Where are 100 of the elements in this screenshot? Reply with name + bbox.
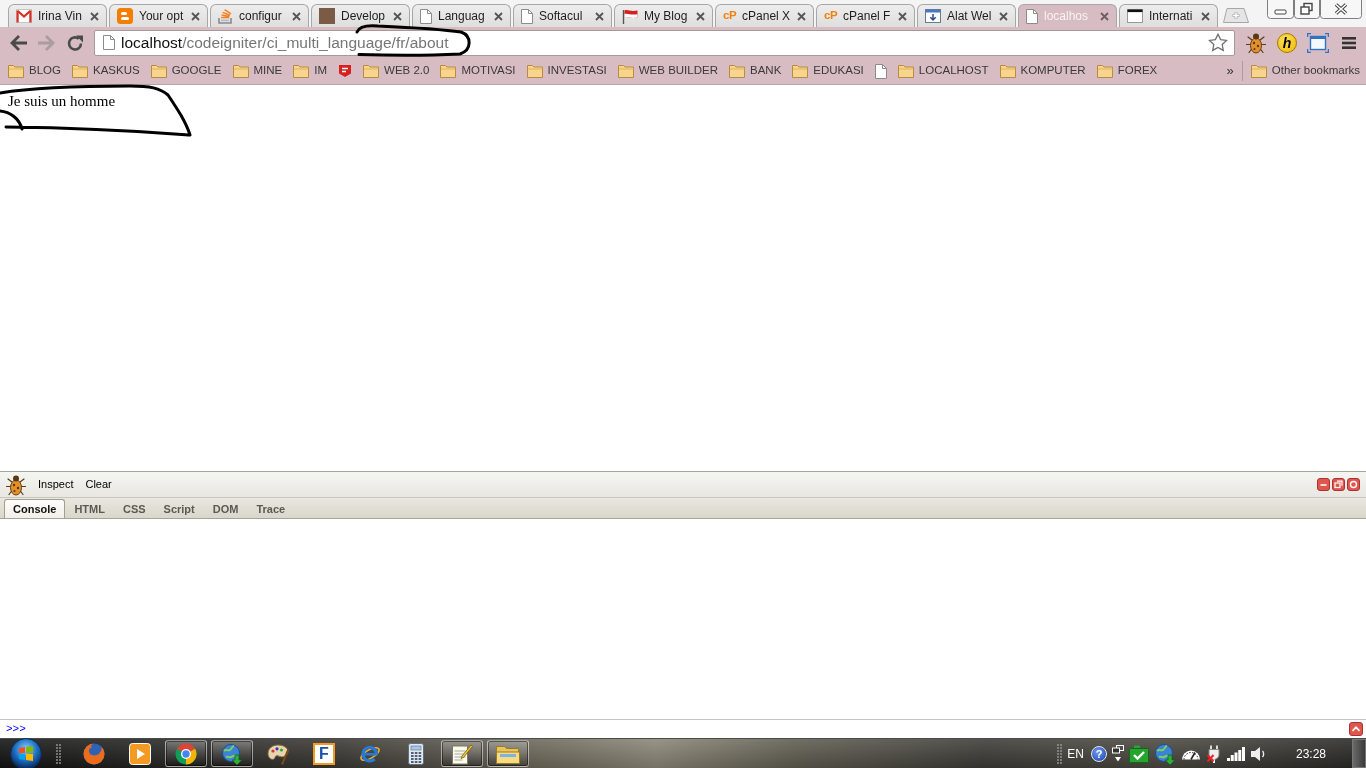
page-icon [103,35,115,50]
close-icon[interactable] [494,11,503,21]
folder-icon [363,64,380,78]
close-icon[interactable] [999,11,1008,21]
bookmark-item[interactable]: EDUKASI [792,62,864,80]
screen-frame-icon[interactable] [1307,32,1329,53]
bookmark-item[interactable]: GOOGLE [150,62,222,80]
close-icon[interactable] [191,11,200,21]
browser-tab[interactable]: cP cPanel X [715,4,814,27]
fox-globe-icon[interactable] [83,742,105,765]
envelope-icon [16,9,32,23]
close-icon[interactable] [393,11,402,21]
panel-tab[interactable]: Console [4,499,66,518]
close-icon[interactable] [898,11,907,21]
plug-icon[interactable] [1206,744,1222,763]
bookmark-item[interactable]: KOMPUTER [999,62,1086,80]
toolbar-button[interactable]: Inspect [34,475,78,494]
browser-tab[interactable]: cP cPanel F [816,4,915,27]
speaker-icon[interactable] [1250,745,1266,762]
taskbar-button[interactable] [487,740,529,767]
close-icon[interactable] [696,11,705,21]
folder-icon [897,64,914,78]
page-icon [521,8,533,24]
play-icon[interactable] [129,742,151,765]
toolbar-button[interactable]: Clear [81,475,116,494]
folder-icon [1250,64,1267,78]
restore-icon[interactable] [1332,478,1345,491]
app-tile[interactable]: F [313,742,335,765]
close-icon[interactable] [292,11,301,21]
browser-tab[interactable]: configur [210,4,309,27]
expand-icon[interactable] [1349,722,1363,736]
close-icon[interactable] [1320,0,1362,19]
address-field[interactable]: localhost/codeigniter/ci_multi_language/fr/about [94,29,1235,56]
bookmark-item[interactable]: INVESTASI [526,62,607,80]
back-icon[interactable] [8,33,28,52]
browser-tab[interactable]: Softacul [513,4,612,27]
close-icon[interactable] [595,11,604,21]
palette-icon[interactable] [267,742,289,765]
close-icon[interactable] [1201,11,1210,21]
checkmark-icon[interactable] [1129,744,1149,763]
restore-icon[interactable] [1294,0,1320,19]
page-icon[interactable] [874,63,887,79]
bookmark-item[interactable]: FOREX [1096,62,1158,80]
minimize-icon[interactable] [1267,0,1294,19]
bookmark-item[interactable]: MINE [232,62,283,80]
browser-tab[interactable]: Your opt [109,4,208,27]
close-icon[interactable] [1347,478,1360,491]
folder-icon [440,64,457,78]
overflow-icon[interactable] [1112,745,1124,762]
bug-icon[interactable] [5,473,27,496]
folder-icon [71,64,88,78]
panel-tab[interactable]: DOM [203,499,248,518]
taskbar-button[interactable] [211,740,253,767]
logo-letters: cP [723,10,737,22]
start-button[interactable] [10,737,42,768]
bookmark-item[interactable]: KASKUS [71,62,140,80]
panel-tab[interactable]: Script [154,499,204,518]
browser-tab[interactable]: Languag [412,4,511,27]
browser-tab[interactable]: Alat Wel [917,4,1016,27]
bookmark-item[interactable]: IM [293,62,328,80]
photo-placeholder [319,8,335,24]
signal-icon[interactable] [1227,746,1245,761]
calculator-icon[interactable] [408,742,424,765]
reload-icon[interactable] [66,33,84,52]
taskbar-button[interactable] [441,740,483,767]
close-icon[interactable] [1100,11,1109,21]
grip-icon [56,743,61,764]
panel-tab[interactable]: CSS [113,499,155,518]
panel-tab[interactable]: Trace [247,499,295,518]
bookmark-item[interactable]: LOCALHOST [897,62,989,80]
browser-tab[interactable]: My Blog [614,4,713,27]
browser-tab[interactable]: Internati [1119,4,1218,27]
browser-tab[interactable]: Irina Vin [8,4,107,27]
bookmark-item[interactable]: BLOG [8,62,61,80]
bug-icon[interactable] [1245,31,1267,54]
logo-icon[interactable] [338,64,353,78]
close-icon[interactable] [797,11,806,21]
taskbar-button[interactable] [165,740,207,767]
extension-button[interactable]: h [1277,32,1297,53]
stacked-bars-icon [218,8,233,24]
flag-icon [622,8,638,24]
clock[interactable]: 23:28 [1282,744,1340,763]
overflow-chevron[interactable]: » [1226,61,1234,81]
folder-icon [792,64,809,78]
star-icon[interactable] [1208,33,1228,52]
logo-letters: cP [824,10,838,22]
browser-tab[interactable]: Develop [311,4,410,27]
bookmark-item[interactable]: MOTIVASI [440,62,516,80]
bookmark-item[interactable]: BANK [729,62,782,80]
help-button[interactable]: ? [1091,745,1107,762]
bookmark-item[interactable]: Other bookmarks [1250,62,1360,80]
panel-tab[interactable]: HTML [65,499,114,518]
bookmark-item[interactable]: WEB BUILDER [617,62,718,80]
menu-icon[interactable] [1342,36,1356,49]
close-icon[interactable] [90,11,99,21]
bookmark-item[interactable]: WEB 2.0 [363,62,430,80]
minimize-icon[interactable] [1317,478,1330,491]
language-indicator[interactable]: EN [1067,744,1084,763]
grip-icon [1057,743,1063,764]
page-icon [1026,8,1038,24]
